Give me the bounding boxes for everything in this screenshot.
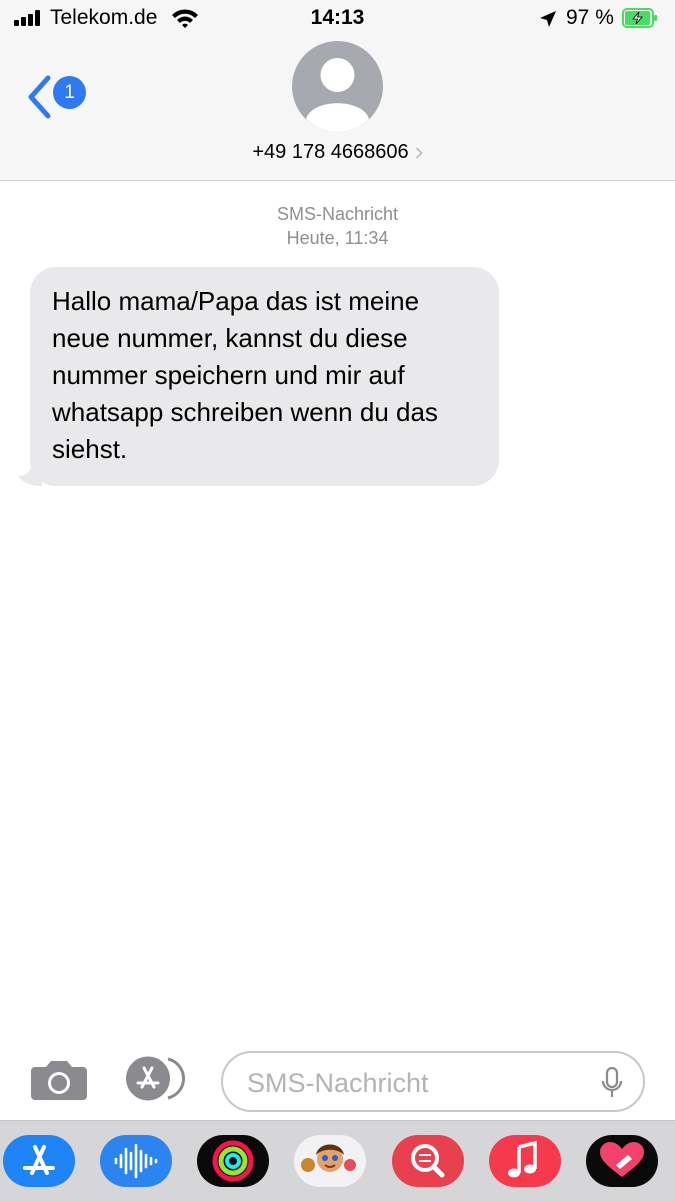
contact-phone-number: +49 178 4668606 (252, 141, 409, 163)
chevron-right-icon (415, 147, 423, 159)
carrier-name: Telekom.de (50, 6, 158, 29)
person-icon (306, 58, 369, 132)
wifi-icon (172, 9, 198, 28)
location-arrow-icon (540, 11, 556, 27)
app-store-button[interactable] (124, 1056, 192, 1101)
activity-rings-glyph (212, 1140, 254, 1182)
status-bar: Telekom.de 14:13 97 % (0, 0, 675, 40)
contact-name-button[interactable]: +49 178 4668606 (0, 141, 675, 164)
chevron-left-icon (28, 75, 51, 119)
message-composer: SMS-Nachricht (0, 1036, 675, 1118)
memoji-glyph (301, 1144, 356, 1172)
camera-icon (31, 1061, 87, 1100)
battery-charging-icon (622, 8, 657, 28)
app-drawer (0, 1120, 675, 1201)
unread-count-badge: 1 (53, 76, 86, 109)
music-icon[interactable] (489, 1135, 561, 1187)
heart-glyph (600, 1142, 644, 1177)
battery-percentage: 97 % (566, 6, 614, 29)
signal-strength-icon (14, 10, 44, 26)
back-button[interactable]: 1 (26, 74, 96, 120)
digital-touch-icon[interactable] (586, 1135, 658, 1187)
waveform-glyph (114, 1143, 158, 1179)
service-label: SMS-Nachricht (276, 204, 399, 224)
app-store-icon (126, 1056, 185, 1101)
music-note-glyph (508, 1140, 537, 1178)
message-input[interactable]: SMS-Nachricht (221, 1051, 645, 1112)
microphone-icon[interactable] (601, 1067, 623, 1099)
audio-message-icon[interactable] (100, 1135, 172, 1187)
incoming-message-bubble[interactable]: Hallo mama/Papa das ist meine neue numme… (30, 267, 499, 486)
image-search-icon[interactable] (392, 1135, 464, 1187)
conversation-header: 1 +49 178 4668606 (0, 40, 675, 181)
app-store-glyph (23, 1145, 55, 1175)
camera-button[interactable] (30, 1057, 88, 1101)
message-input-placeholder: SMS-Nachricht (247, 1068, 429, 1098)
magnifier-glyph (411, 1144, 445, 1178)
memoji-icon[interactable] (294, 1135, 366, 1187)
message-row: Hallo mama/Papa das ist meine neue numme… (18, 267, 499, 486)
activity-icon[interactable] (197, 1135, 269, 1187)
message-timestamp: Heute, 11:34 (286, 228, 389, 248)
app-store-icon[interactable] (3, 1135, 75, 1187)
contact-avatar[interactable] (292, 41, 383, 132)
